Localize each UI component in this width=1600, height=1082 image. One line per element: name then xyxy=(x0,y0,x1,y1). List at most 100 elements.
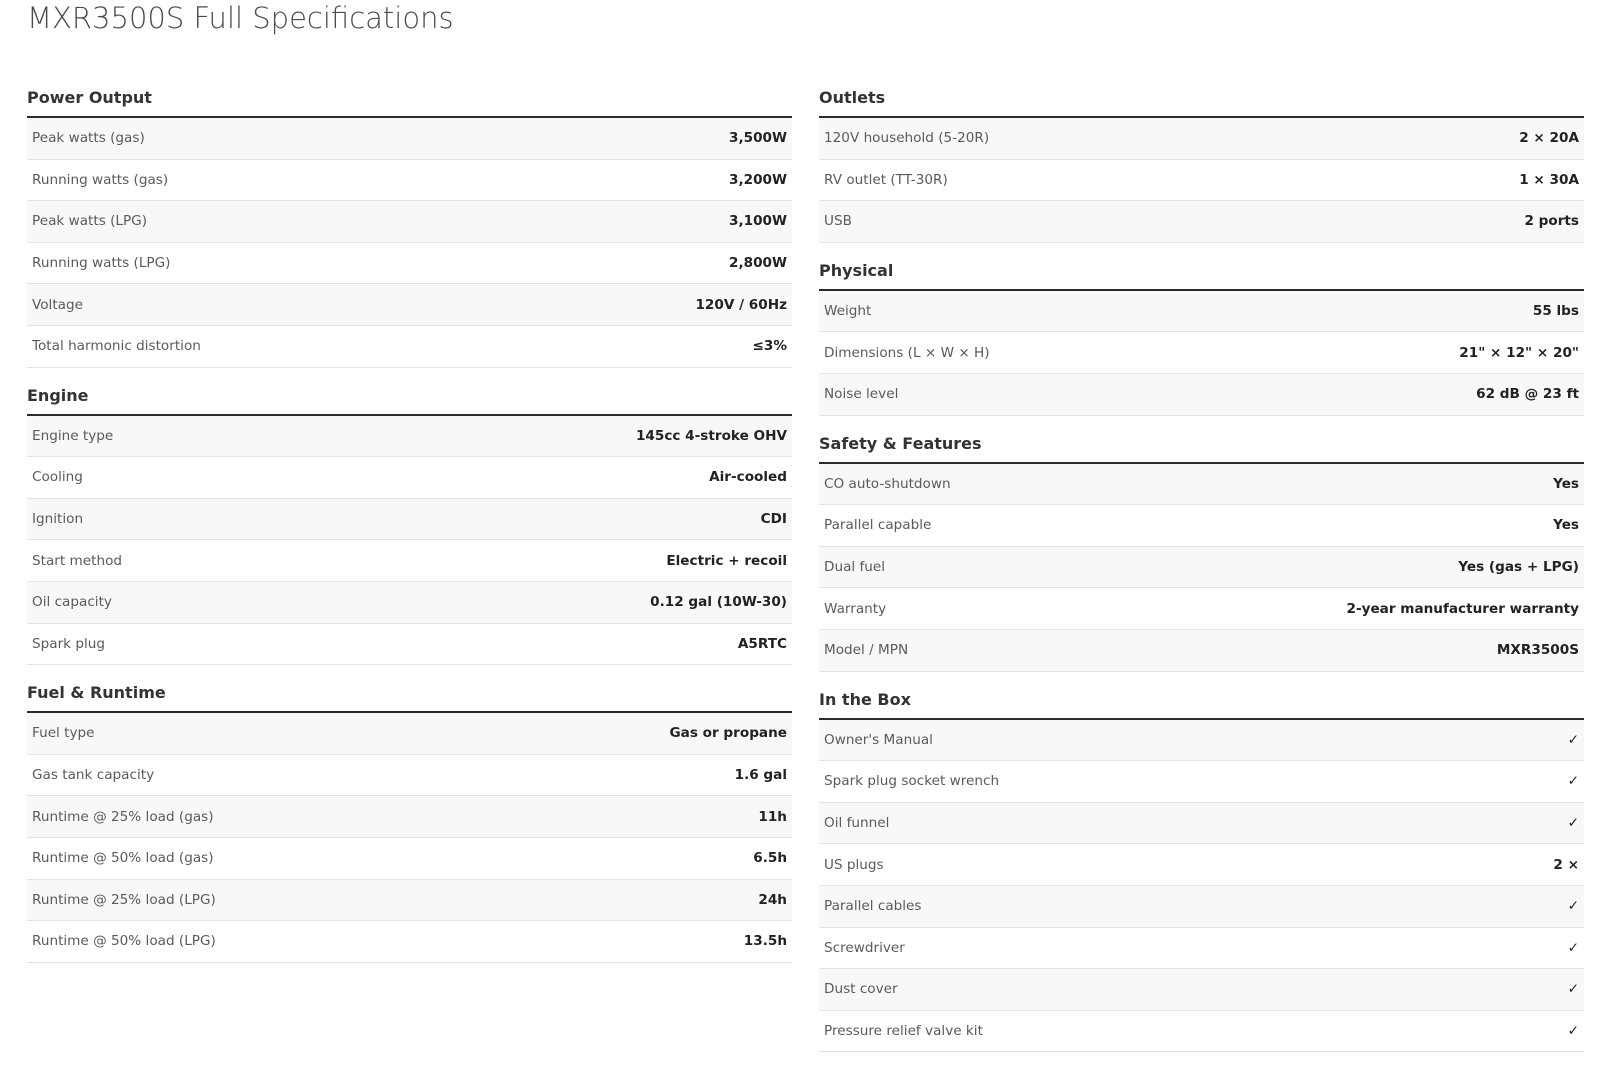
spec-label: Screwdriver xyxy=(824,939,905,956)
spec-table: Weight 55 lbs Dimensions (L × W × H) 21" × … xyxy=(819,290,1584,416)
spec-row: Runtime @ 25% load (gas) 11h xyxy=(27,796,792,838)
spec-row: Fuel type Gas or propane xyxy=(27,713,792,755)
spec-label: Ignition xyxy=(32,511,84,528)
spec-table: Fuel type Gas or propane Gas tank capacity… xyxy=(27,713,792,963)
spec-row: 120V household (5-20R) 2 × 20A xyxy=(819,118,1584,160)
spec-row: Runtime @ 50% load (gas) 6.5h xyxy=(27,838,792,880)
spec-label: Runtime @ 25% load (gas) xyxy=(32,808,214,825)
spec-label: Oil funnel xyxy=(824,815,890,832)
spec-value: 2 ports xyxy=(1524,213,1579,230)
spec-label: Runtime @ 50% load (gas) xyxy=(32,850,214,867)
spec-value: 13.5h xyxy=(743,933,787,950)
spec-value: 120V / 60Hz xyxy=(695,296,787,313)
spec-table: Peak watts (gas) 3,500W Running watts (gas… xyxy=(27,118,792,368)
spec-table: Owner's Manual ✓ Spark plug socket wrench ✓… xyxy=(819,719,1584,1053)
spec-row: Warranty 2-year manufacturer warranty xyxy=(819,588,1584,630)
left-spec-column: Power Output Peak watts (gas) 3,500W Runnin… xyxy=(27,86,792,979)
spec-row: Parallel cables ✓ xyxy=(819,885,1584,928)
section-title: Fuel & Runtime xyxy=(27,681,792,714)
spec-value: Electric + recoil xyxy=(666,552,787,569)
spec-label: Running watts (LPG) xyxy=(32,255,171,272)
spec-row: Noise level 62 dB @ 23 ft xyxy=(819,373,1584,416)
spec-value: Gas or propane xyxy=(669,725,787,742)
spec-row: Spark plug A5RTC xyxy=(27,624,792,666)
spec-label: Running watts (gas) xyxy=(32,171,169,188)
spec-label: Owner's Manual xyxy=(824,731,933,748)
checkmark-icon: ✓ xyxy=(1567,731,1579,748)
spec-value: 11h xyxy=(758,808,787,825)
spec-value: 1.6 gal xyxy=(734,767,787,784)
spec-row: Weight 55 lbs xyxy=(819,290,1584,333)
spec-value: Yes xyxy=(1553,517,1579,534)
spec-label: Spark plug xyxy=(32,635,106,652)
spec-label: Runtime @ 25% load (LPG) xyxy=(32,891,216,908)
spec-label: RV outlet (TT-30R) xyxy=(824,171,948,188)
checkmark-icon: ✓ xyxy=(1567,815,1579,832)
spec-label: Voltage xyxy=(32,296,83,313)
spec-row: Runtime @ 25% load (LPG) 24h xyxy=(27,879,792,922)
spec-label: Oil capacity xyxy=(32,594,112,611)
spec-value: CDI xyxy=(760,511,787,528)
spec-row: Total harmonic distortion ≤3% xyxy=(27,326,792,368)
spec-label: Cooling xyxy=(32,469,83,486)
spec-label: Dimensions (L × W × H) xyxy=(824,344,990,361)
spec-label: Dual fuel xyxy=(824,559,886,576)
page-title: MXR3500S Full Specifications xyxy=(27,1,454,35)
spec-label: Fuel type xyxy=(32,725,95,742)
spec-table: 120V household (5-20R) 2 × 20A RV outlet (… xyxy=(819,118,1584,243)
spec-label: Spark plug socket wrench xyxy=(824,773,1000,790)
section-title: Engine xyxy=(27,384,792,416)
spec-value: A5RTC xyxy=(737,635,787,652)
spec-row: Oil funnel ✓ xyxy=(819,802,1584,845)
spec-row: Voltage 120V / 60Hz xyxy=(27,284,792,326)
spec-value: 2 × 20A xyxy=(1519,130,1579,147)
spec-value: 2-year manufacturer warranty xyxy=(1346,600,1579,617)
spec-row: Dual fuel Yes (gas + LPG) xyxy=(819,546,1584,589)
spec-row: Runtime @ 50% load (LPG) 13.5h xyxy=(27,921,792,963)
spec-table: CO auto-shutdown Yes Parallel capable Yes Du… xyxy=(819,463,1584,672)
spec-row: USB 2 ports xyxy=(819,201,1584,243)
spec-value: 3,200W xyxy=(729,171,787,188)
spec-row: Gas tank capacity 1.6 gal xyxy=(27,755,792,797)
spec-row: Ignition CDI xyxy=(27,498,792,541)
spec-value: 3,500W xyxy=(729,130,787,147)
spec-label: US plugs xyxy=(824,856,884,873)
spec-section-fuel-runtime: Fuel & Runtime Fuel type Gas or propane Gas… xyxy=(27,681,792,963)
spec-row: Peak watts (gas) 3,500W xyxy=(27,118,792,160)
spec-row: Screwdriver ✓ xyxy=(819,928,1584,970)
spec-value: 24h xyxy=(758,891,787,908)
spec-label: 120V household (5-20R) xyxy=(824,130,990,147)
spec-value: Yes (gas + LPG) xyxy=(1458,559,1579,576)
spec-section-safety-features: Safety & Features CO auto-shutdown Yes Para… xyxy=(819,432,1584,672)
spec-section-engine: Engine Engine type 145cc 4-stroke OHV Cooli… xyxy=(27,384,792,666)
spec-label: Dust cover xyxy=(824,981,898,998)
section-title: Outlets xyxy=(819,86,1584,118)
spec-value: Yes xyxy=(1553,475,1579,492)
spec-value: ≤3% xyxy=(752,338,787,355)
spec-table: Engine type 145cc 4-stroke OHV Cooling Air-… xyxy=(27,415,792,666)
checkmark-icon: ✓ xyxy=(1567,1022,1579,1039)
spec-section-in-the-box: In the Box Owner's Manual ✓ Spark plug sock… xyxy=(819,688,1584,1053)
spec-row: Running watts (LPG) 2,800W xyxy=(27,243,792,285)
spec-row: Oil capacity 0.12 gal (10W-30) xyxy=(27,581,792,624)
spec-row: Start method Electric + recoil xyxy=(27,540,792,582)
spec-label: Engine type xyxy=(32,427,114,444)
section-title: In the Box xyxy=(819,688,1584,720)
spec-value: 3,100W xyxy=(729,213,787,230)
spec-section-physical: Physical Weight 55 lbs Dimensions (L × W × … xyxy=(819,259,1584,416)
spec-row: Parallel capable Yes xyxy=(819,505,1584,547)
spec-label: Gas tank capacity xyxy=(32,767,155,784)
checkmark-icon: ✓ xyxy=(1567,898,1579,915)
spec-row: Dust cover ✓ xyxy=(819,969,1584,1011)
spec-value: 2,800W xyxy=(729,255,787,272)
spec-section-outlets: Outlets 120V household (5-20R) 2 × 20A RV o… xyxy=(819,86,1584,243)
spec-label: CO auto-shutdown xyxy=(824,475,951,492)
spec-value: 145cc 4-stroke OHV xyxy=(635,427,787,444)
section-title: Physical xyxy=(819,259,1584,291)
spec-label: Total harmonic distortion xyxy=(32,338,201,355)
spec-value: 1 × 30A xyxy=(1519,171,1579,188)
spec-label: Parallel capable xyxy=(824,517,932,534)
spec-value: 21" × 12" × 20" xyxy=(1459,344,1579,361)
spec-row: Pressure relief valve kit ✓ xyxy=(819,1011,1584,1053)
spec-value: 55 lbs xyxy=(1532,303,1579,320)
